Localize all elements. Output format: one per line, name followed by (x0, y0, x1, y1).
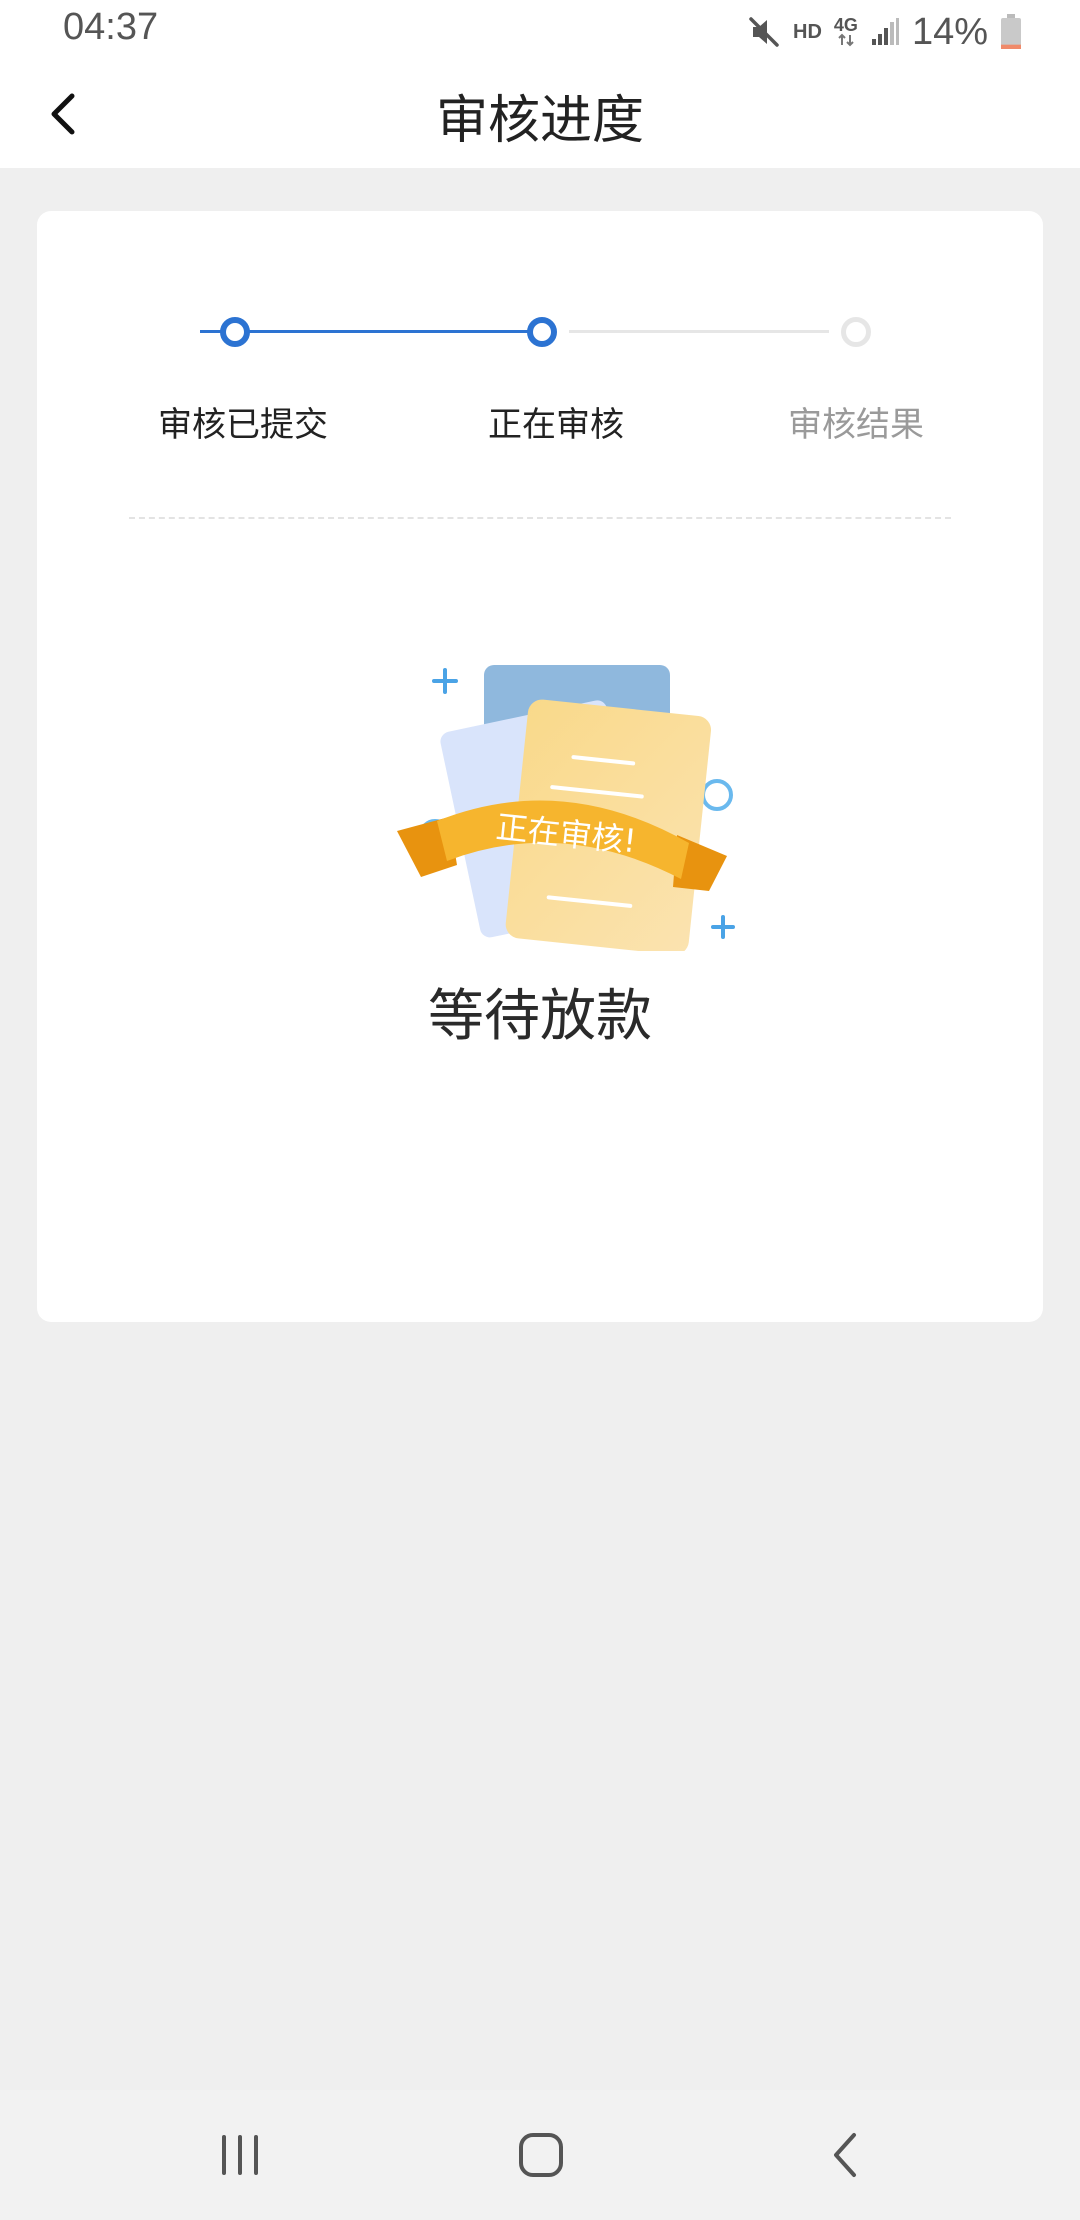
system-back-button[interactable] (805, 2120, 885, 2190)
mute-icon (747, 15, 781, 49)
hd-indicator: HD (793, 20, 822, 43)
status-bar: 04:37 HD 4G 14% (0, 0, 1080, 64)
back-icon (834, 2133, 856, 2177)
step-label-result: 审核结果 (788, 405, 924, 445)
dashed-divider (129, 517, 951, 519)
network-type: 4G (833, 15, 858, 35)
step-dot-reviewing (527, 317, 557, 347)
step-label-reviewing: 正在审核 (488, 405, 624, 445)
recent-apps-button[interactable] (200, 2120, 280, 2190)
status-time: 04:37 (63, 6, 159, 48)
plus-icon (432, 668, 458, 694)
plus-icon (711, 915, 735, 939)
reviewing-illustration: 正在审核! (377, 621, 747, 955)
app-bar: 审核进度 (0, 64, 1080, 168)
page-title: 审核进度 (435, 91, 644, 151)
battery-percent: 14% (911, 10, 988, 53)
step-label-submitted: 审核已提交 (158, 405, 328, 445)
status-message: 等待放款 (428, 984, 652, 1049)
decor-circle (701, 779, 733, 811)
home-button[interactable] (501, 2120, 581, 2190)
step-connector-2 (569, 330, 829, 333)
progress-stepper: 审核已提交 正在审核 审核结果 (37, 211, 1043, 451)
home-icon (519, 2133, 563, 2177)
data-arrows-icon (838, 33, 854, 47)
battery-icon (1000, 14, 1022, 50)
step-dot-result (841, 317, 871, 347)
step-connector-1 (200, 330, 556, 333)
step-dot-submitted (220, 317, 250, 347)
recent-apps-icon (222, 2135, 258, 2175)
system-nav-bar (0, 2090, 1080, 2220)
progress-card: 审核已提交 正在审核 审核结果 正在审核! 等待放款 (37, 211, 1043, 1322)
network-indicator: 4G (833, 15, 858, 47)
signal-icon (870, 17, 900, 47)
status-icons: HD 4G 14% (747, 8, 1022, 56)
